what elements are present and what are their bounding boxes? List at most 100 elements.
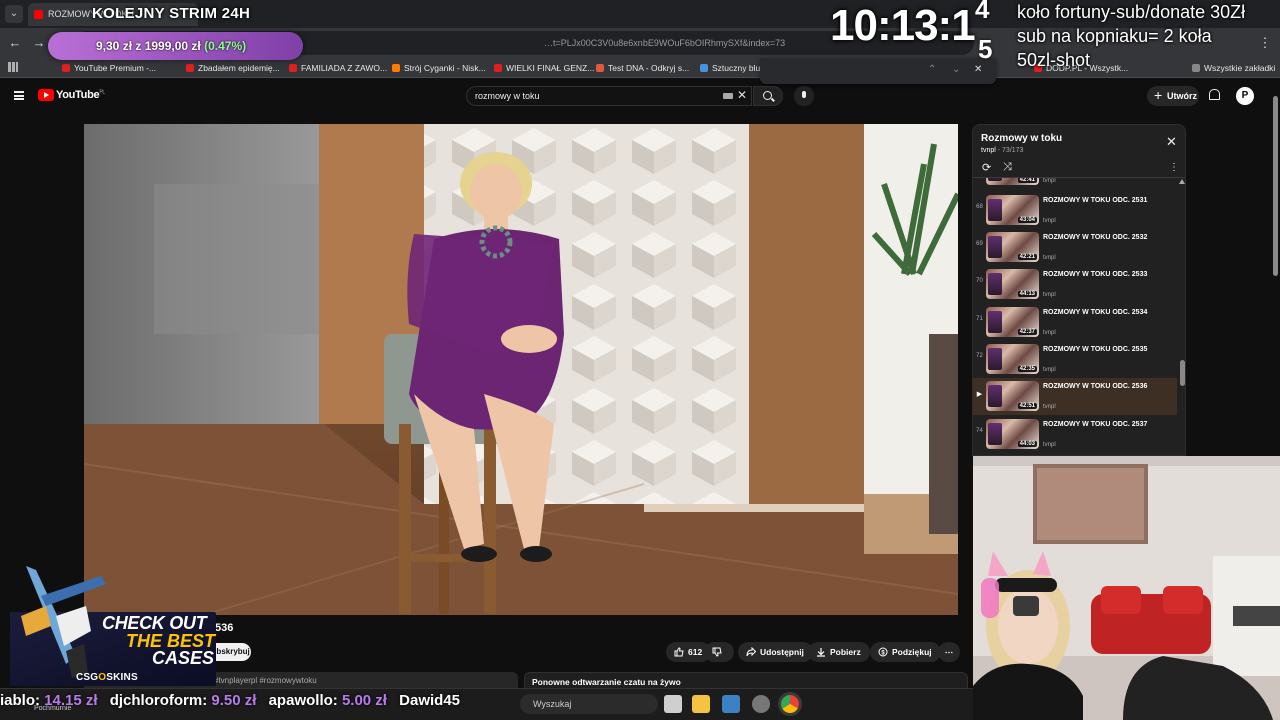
donation-ticker: iablo: 14.15 zł djchloroform: 9.50 zł ap…	[0, 690, 520, 712]
loop-icon[interactable]: ⟳	[982, 161, 991, 174]
search-button[interactable]	[753, 86, 783, 106]
back-arrow-icon[interactable]: ←	[6, 34, 24, 52]
playlist-item[interactable]: 74 44:03 ROZMOWY W TOKU ODC. 2537 tvnpl	[973, 416, 1177, 453]
youtube-logo-icon[interactable]	[38, 89, 54, 101]
share-button[interactable]: Udostępnij	[738, 642, 813, 662]
file-explorer-icon[interactable]	[692, 695, 710, 713]
playlist-item-title: ROZMOWY W TOKU ODC. 2537	[1043, 421, 1148, 428]
thanks-icon: $	[878, 647, 888, 657]
donor-name: djchloroform:	[109, 692, 208, 709]
share-icon	[746, 647, 756, 657]
brand-part-a: CSG	[76, 672, 99, 683]
stream-clock: 10:13:1	[830, 1, 976, 50]
playlist-item[interactable]: 71 42:37 ROZMOWY W TOKU ODC. 2534 tvnpl	[973, 304, 1177, 341]
find-bar: ⌃ ⌄ ✕	[760, 58, 996, 84]
page-scrollbar-thumb[interactable]	[1273, 96, 1278, 276]
find-next-icon[interactable]: ⌄	[952, 64, 960, 75]
thanks-button[interactable]: $ Podziękuj	[870, 642, 941, 662]
playlist-item-channel: tvnpl	[1043, 292, 1056, 298]
ad-line-1: CHECK OUT	[102, 613, 207, 633]
description-tags: #tvnplayerpl #rozmowywtoku	[214, 676, 317, 685]
apps-grid-icon[interactable]	[8, 62, 18, 72]
donation-amount: 5.00 zł	[341, 692, 387, 709]
thanks-label: Podziękuj	[892, 647, 932, 657]
playlist-thumbnail: 42:41	[986, 178, 1039, 185]
bookmark-item[interactable]: Zbadałem epidemię...	[186, 61, 280, 75]
chrome-icon[interactable]	[781, 695, 799, 713]
bookmark-item[interactable]: Sztuczny blus	[700, 61, 764, 75]
bookmark-item[interactable]: FAMILIADA Z ZAWO...	[289, 61, 387, 75]
duration-badge: 44:13	[1017, 291, 1037, 297]
task-view-icon[interactable]	[664, 695, 682, 713]
wheel-line: sub na kopniaku= 2 koła	[1017, 26, 1212, 46]
playlist-close-icon[interactable]: ✕	[1166, 135, 1177, 148]
playlist-title[interactable]: Rozmowy w toku	[981, 133, 1062, 144]
thumbs-up-icon	[674, 647, 684, 657]
thumbs-down-icon	[712, 647, 722, 657]
playlist-item[interactable]: 42:41 tvnpl	[973, 178, 1177, 189]
clear-search-icon[interactable]: ✕	[737, 88, 747, 102]
duration-badge: 44:03	[1017, 441, 1037, 447]
playlist-item-channel: tvnpl	[1043, 442, 1056, 448]
find-close-icon[interactable]: ✕	[974, 64, 982, 75]
playlist-index: 72	[976, 353, 983, 359]
guide-menu-icon[interactable]	[14, 91, 24, 100]
search-input[interactable]: rozmowy w toku	[466, 86, 752, 106]
forward-arrow-icon[interactable]: →	[30, 34, 48, 52]
store-icon[interactable]	[722, 695, 740, 713]
shuffle-icon[interactable]: ⤨	[1003, 161, 1012, 174]
create-label: Utwórz	[1167, 91, 1197, 101]
create-button[interactable]: Utwórz	[1147, 85, 1199, 106]
dislike-button[interactable]	[704, 642, 734, 662]
csgoskins-logo: CSGOSKINS	[76, 672, 138, 683]
playlist-item-channel: tvnpl	[1043, 330, 1056, 336]
find-prev-icon[interactable]: ⌃	[928, 64, 936, 75]
bookmark-item[interactable]: Test DNA - Odkryj s...	[596, 61, 689, 75]
bookmark-item[interactable]: Strój Cyganki - Nisk...	[392, 61, 486, 75]
playlist-index: 69	[976, 241, 983, 247]
now-playing-icon: ▶	[976, 391, 983, 398]
playlist-item[interactable]: 70 44:13 ROZMOWY W TOKU ODC. 2533 tvnpl	[973, 266, 1177, 303]
playlist-thumbnail: 43:04	[986, 195, 1039, 225]
address-url: …t=PLJx00C3V0u8e6xnbE9WOuF6bOIRhmySXf&in…	[544, 38, 786, 48]
playlist-item[interactable]: 68 43:04 ROZMOWY W TOKU ODC. 2531 tvnpl	[973, 192, 1177, 229]
donation-amount: 9.50 zł	[211, 692, 257, 709]
playlist-item[interactable]: 69 42:21 ROZMOWY W TOKU ODC. 2532 tvnpl	[973, 229, 1177, 266]
stream-clock-digit: 5	[978, 34, 993, 64]
scroll-up-arrow-icon[interactable]	[1179, 179, 1185, 184]
app-icon[interactable]	[752, 695, 770, 713]
playlist-channel[interactable]: tvnpl	[981, 147, 996, 154]
bookmark-item[interactable]: WIELKI FINAŁ GENZ...	[494, 61, 594, 75]
playlist-more-icon[interactable]: ⋮	[1169, 162, 1179, 173]
page-scrollbar[interactable]	[1271, 84, 1280, 456]
playlist-scrollbar[interactable]	[1178, 177, 1185, 455]
playlist-item-title: ROZMOWY W TOKU ODC. 2534	[1043, 309, 1148, 316]
playlist-item-channel: tvnpl	[1043, 255, 1056, 261]
playlist-thumbnail: 44:13	[986, 269, 1039, 299]
playlist-thumbnail: 42:37	[986, 307, 1039, 337]
download-button[interactable]: Pobierz	[808, 642, 870, 662]
taskbar-search[interactable]: Wyszukaj	[520, 694, 658, 714]
duration-badge: 42:21	[1017, 254, 1037, 260]
tab-search-icon[interactable]: ⌄	[5, 5, 23, 23]
bookmark-item[interactable]: YouTube Premium -...	[62, 61, 156, 75]
playlist-item-title: ROZMOWY W TOKU ODC. 2535	[1043, 346, 1148, 353]
avatar[interactable]: P	[1236, 87, 1254, 105]
donation-progress: 9,30 zł z 1999,00 zł	[96, 39, 201, 53]
csgoskins-ad[interactable]: CHECK OUT THE BEST CASES CSGOSKINS	[6, 556, 216, 686]
youtube-logo-text[interactable]: YouTubePL	[56, 89, 105, 101]
region-code: PL	[99, 89, 105, 96]
stream-title: KOLEJNY STRIM 24H	[92, 5, 251, 22]
playlist-item[interactable]: 72 42:35 ROZMOWY W TOKU ODC. 2535 tvnpl	[973, 341, 1177, 378]
scrollbar-thumb[interactable]	[1180, 360, 1185, 386]
video-player[interactable]	[84, 124, 958, 615]
keyboard-icon[interactable]	[723, 93, 733, 99]
donation-percent: (0.47%)	[204, 39, 247, 53]
more-actions-icon[interactable]: ⋯	[938, 642, 960, 662]
notifications-bell-icon[interactable]	[1209, 89, 1220, 100]
playlist-item-active[interactable]: ▶ 42:51 ROZMOWY W TOKU ODC. 2536 tvnpl	[973, 378, 1177, 415]
webcam-feed	[973, 456, 1280, 720]
playlist-index: 74	[976, 428, 983, 434]
wheel-of-fortune-info: koło fortuny-sub/donate 30Zł sub na kopn…	[1017, 0, 1280, 72]
voice-search-icon[interactable]	[794, 86, 814, 106]
